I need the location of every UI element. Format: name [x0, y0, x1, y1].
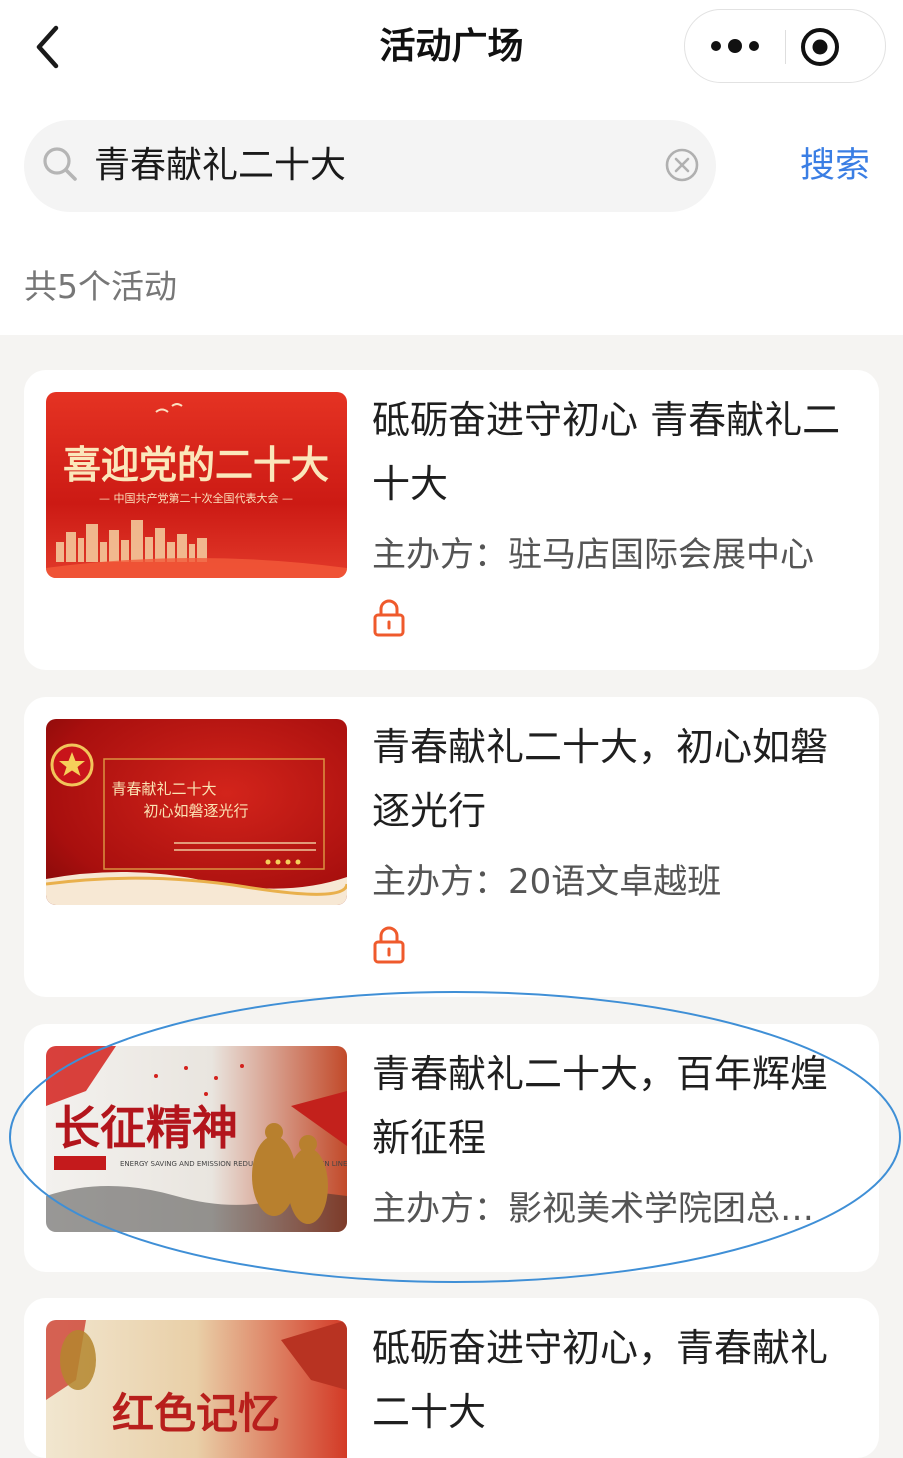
activity-organizer: 主办方：影视美术学院团总…: [372, 1189, 814, 1229]
activity-title: 砥砺奋进守初心，青春献礼二十大: [372, 1326, 829, 1434]
thumb-subtitle: — 中国共产党第二十次全国代表大会 —: [99, 491, 293, 505]
thumb-title: 长征精神: [54, 1101, 238, 1155]
activity-thumbnail: 青春献礼二十大 初心如磐逐光行: [46, 719, 347, 905]
thumb-line-2: 初心如磐逐光行: [143, 802, 248, 820]
thumb-title: 喜迎党的二十大: [63, 442, 329, 487]
thumb-line-1: 青春献礼二十大: [111, 780, 216, 798]
thumb-title: 红色记忆: [112, 1389, 280, 1438]
lock-icon: [373, 926, 405, 964]
mini-program-capsule: [684, 9, 886, 83]
top-bar: 活动广场 搜索 共5个活动: [0, 0, 903, 335]
lock-icon: [373, 599, 405, 637]
search-icon: [43, 147, 77, 181]
activity-title: 砥砺奋进守初心 青春献礼二十大: [372, 398, 841, 506]
search-button[interactable]: 搜索: [800, 140, 890, 192]
activity-thumbnail: 喜迎党的二十大 — 中国共产党第二十次全国代表大会 —: [46, 392, 347, 578]
activity-thumbnail: 长征精神 ENERGY SAVING AND EMISSION REDUCTIO…: [46, 1046, 347, 1232]
activity-thumbnail: 红色记忆: [46, 1320, 347, 1458]
more-options-icon[interactable]: [685, 10, 785, 82]
activity-title: 青春献礼二十大，初心如磐逐光行: [372, 725, 829, 833]
activity-organizer: 主办方：20语文卓越班: [372, 862, 722, 902]
activity-organizer: 主办方：驻马店国际会展中心: [372, 535, 814, 575]
activity-card[interactable]: 喜迎党的二十大 — 中国共产党第二十次全国代表大会 — 砥砺奋进守初心 青春献礼…: [24, 370, 879, 670]
result-count: 共5个活动: [24, 267, 177, 306]
activity-card[interactable]: 长征精神 ENERGY SAVING AND EMISSION REDUCTIO…: [24, 1024, 879, 1272]
search-input[interactable]: [94, 140, 654, 192]
clear-input-icon[interactable]: [664, 147, 700, 183]
activity-title: 青春献礼二十大，百年辉煌新征程: [372, 1052, 829, 1160]
close-miniprogram-icon[interactable]: [786, 10, 886, 82]
search-bar: [24, 120, 716, 212]
activity-card[interactable]: 红色记忆 砥砺奋进守初心，青春献礼二十大: [24, 1298, 879, 1458]
activity-card[interactable]: 青春献礼二十大 初心如磐逐光行 青春献礼二十大，初心如磐逐光行 主办方：20语文…: [24, 697, 879, 997]
